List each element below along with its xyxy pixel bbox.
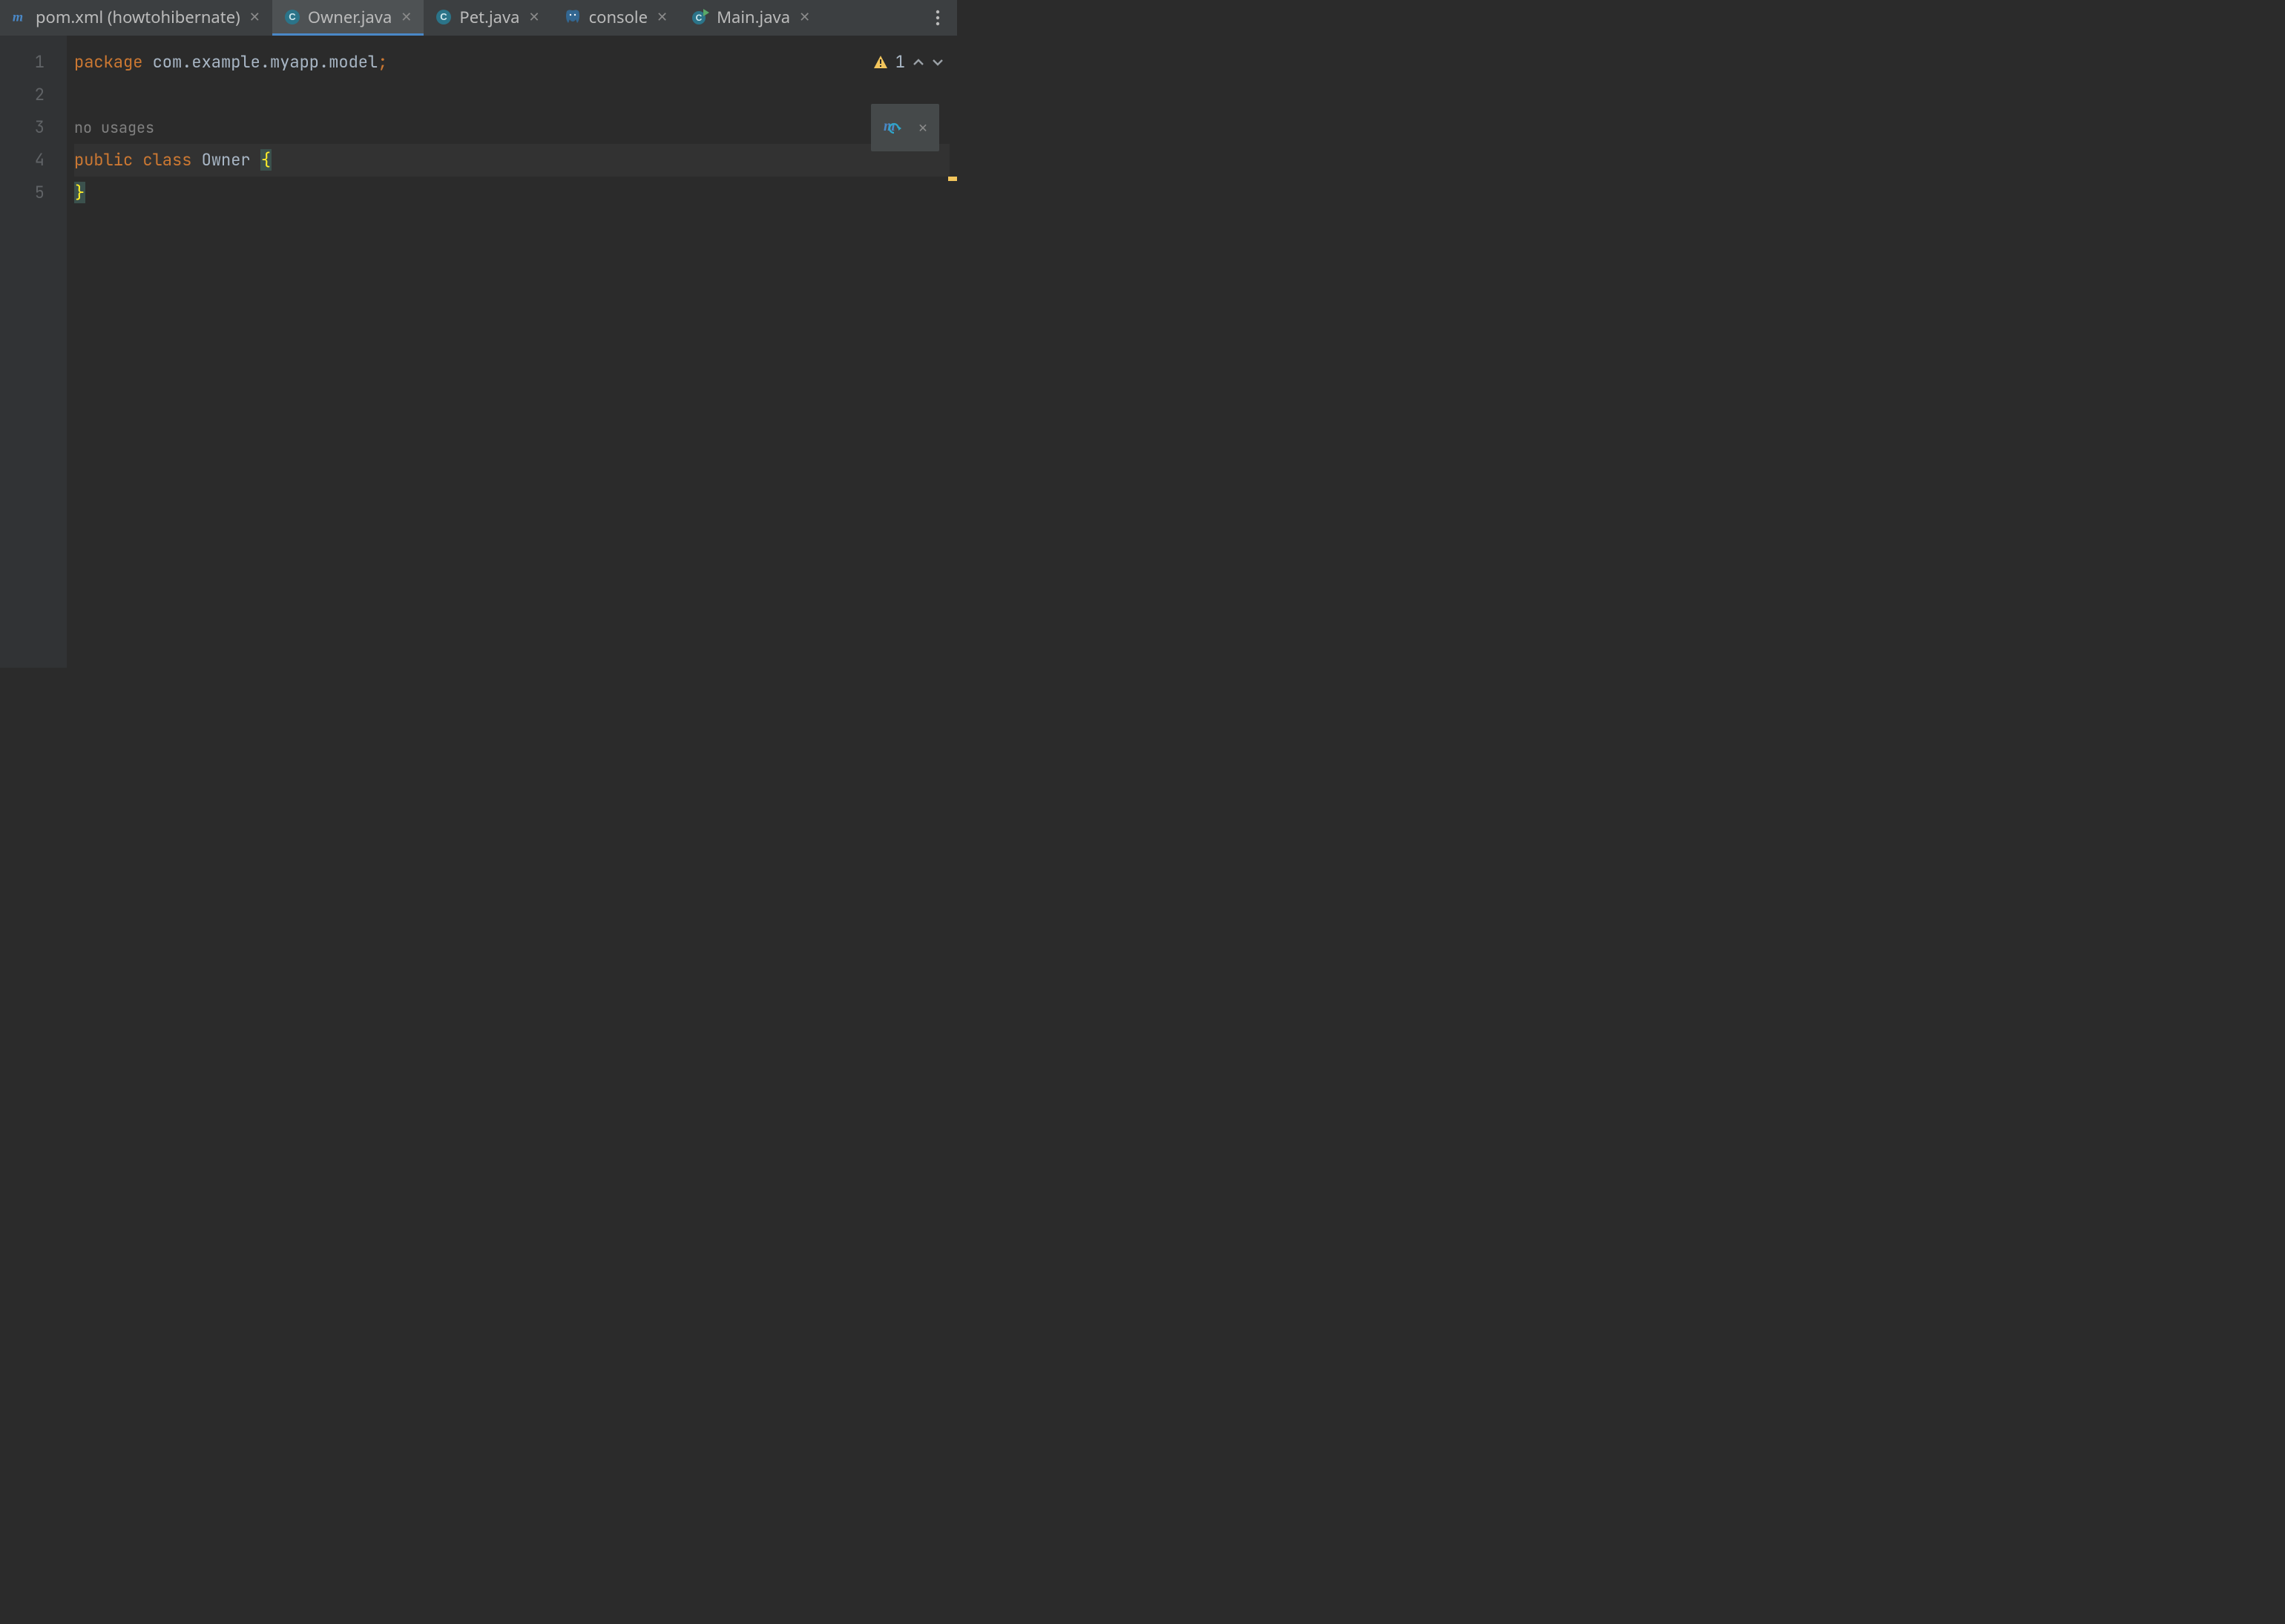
class-name: Owner [202, 149, 251, 171]
line-number: 1 [0, 46, 67, 79]
tab-pom-xml[interactable]: m pom.xml (howtohibernate) ✕ [0, 0, 272, 36]
keyword: public [74, 149, 133, 171]
maven-icon: m [12, 9, 28, 25]
close-icon[interactable]: ✕ [249, 8, 260, 26]
warning-marker[interactable] [948, 177, 957, 181]
inspection-widget[interactable]: 1 [873, 46, 944, 79]
chevron-down-icon[interactable] [932, 58, 944, 67]
java-run-icon: C [691, 9, 709, 25]
tab-main-java[interactable]: C Main.java ✕ [680, 0, 822, 36]
tab-label: Pet.java [459, 6, 519, 28]
tab-label: Main.java [717, 6, 790, 28]
chevron-up-icon[interactable] [913, 58, 924, 67]
svg-text:m: m [13, 9, 23, 24]
usages-text: no usages [74, 118, 154, 137]
keyword: package [74, 51, 142, 73]
maven-reload-icon[interactable]: m [883, 117, 905, 138]
close-icon[interactable]: ✕ [657, 8, 668, 26]
tabbar-spacer [822, 0, 923, 36]
java-class-icon: C [284, 9, 300, 25]
tab-console[interactable]: console ✕ [552, 0, 680, 36]
editor-area: 1 2 3 4 5 package com.example.myapp.mode… [0, 36, 957, 668]
java-class-icon: C [435, 9, 452, 25]
code-line-empty [74, 79, 950, 111]
code-line: package com.example.myapp.model; [74, 46, 950, 79]
close-icon[interactable]: ✕ [401, 8, 412, 26]
inlay-usages-hint[interactable]: no usages [74, 111, 950, 144]
warning-icon [873, 55, 888, 70]
line-number: 2 [0, 79, 67, 111]
tab-owner-java[interactable]: C Owner.java ✕ [272, 0, 424, 36]
punctuation: ; [378, 51, 387, 73]
close-icon[interactable]: ✕ [799, 8, 810, 26]
code-line: } [74, 177, 950, 209]
line-number: 5 [0, 177, 67, 209]
line-number-gutter[interactable]: 1 2 3 4 5 [0, 36, 67, 668]
tab-label: console [589, 6, 648, 28]
tab-label: Owner.java [308, 6, 392, 28]
tab-label: pom.xml (howtohibernate) [36, 6, 240, 28]
tab-pet-java[interactable]: C Pet.java ✕ [424, 0, 551, 36]
brace-close: } [74, 182, 85, 203]
svg-text:C: C [289, 11, 296, 22]
close-icon[interactable]: ✕ [528, 8, 539, 26]
editor-tabbar: m pom.xml (howtohibernate) ✕ C Owner.jav… [0, 0, 957, 36]
code-editor[interactable]: package com.example.myapp.model; no usag… [67, 36, 957, 668]
code-text: com.example.myapp.model [142, 51, 378, 73]
postgres-icon [564, 9, 582, 25]
ide-editor-root: m pom.xml (howtohibernate) ✕ C Owner.jav… [0, 0, 957, 668]
warning-count: 1 [895, 46, 905, 79]
error-stripe[interactable] [948, 36, 957, 668]
line-number: 3 [0, 111, 67, 144]
line-number: 4 [0, 144, 67, 177]
close-icon[interactable]: ✕ [918, 111, 927, 144]
svg-text:C: C [696, 13, 703, 23]
tabbar-more-button[interactable] [923, 0, 953, 36]
maven-reload-inlay: m ✕ [871, 104, 939, 151]
keyword: class [142, 149, 191, 171]
svg-text:C: C [441, 11, 448, 22]
code-line-current: public class Owner { [74, 144, 950, 177]
brace-open: { [260, 149, 272, 171]
